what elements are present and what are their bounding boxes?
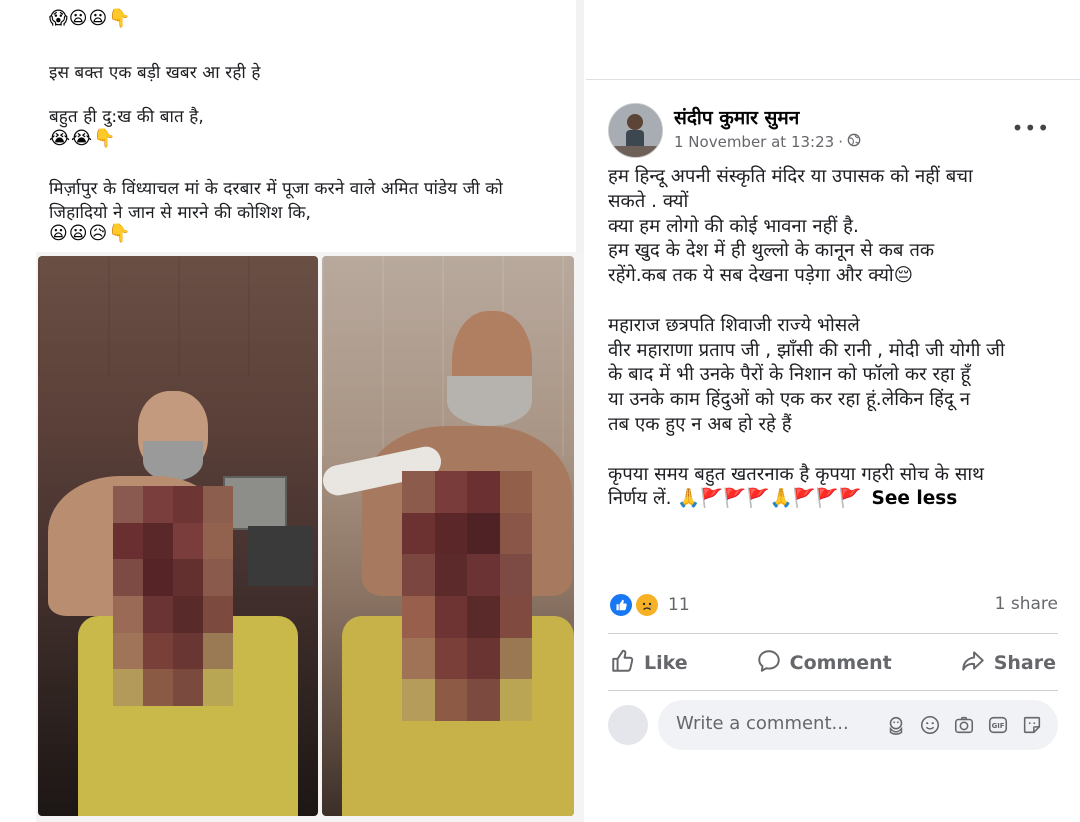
reaction-summary[interactable]: 11 bbox=[608, 592, 690, 618]
emoji-icon[interactable] bbox=[918, 713, 942, 737]
screenshot-line-2: बहुत ही दु:ख की बात है, bbox=[49, 107, 204, 127]
author-name[interactable]: संदीप कुमार सुमन bbox=[674, 104, 799, 130]
post-body-line: कृपया समय बहुत खतरनाक है कृपया गहरी सोच … bbox=[608, 463, 984, 485]
camera-icon[interactable] bbox=[952, 713, 976, 737]
post-body-line: क्या हम लोगो की कोई भावना नहीं है. bbox=[608, 215, 859, 237]
post-body-line: महाराज छत्रपति शिवाजी राज्ये भोसले bbox=[608, 314, 860, 336]
screenshot-text-area: 😱😦😦👇 इस बक्त एक बड़ी खबर आ रही हे बहुत ह… bbox=[36, 0, 576, 252]
photo-collage bbox=[36, 252, 584, 822]
post-meta: 1 November at 13:23 · bbox=[674, 133, 861, 151]
comment-input[interactable]: Write a comment... bbox=[676, 713, 849, 734]
comment-composer: Write a comment... GIF bbox=[608, 700, 1058, 750]
reaction-count[interactable]: 11 bbox=[668, 595, 690, 615]
post-body-last-line: निर्णय लें. 🙏🚩🚩🚩🙏🚩🚩🚩 See less bbox=[608, 487, 1068, 512]
post-body-line bbox=[608, 438, 1068, 463]
post-body-line: या उनके काम हिंदुओं को एक कर रहा हूं.लेक… bbox=[608, 389, 970, 411]
post-body-line: के बाद में भी उनके पैरों के निशान को फॉल… bbox=[608, 364, 971, 386]
photo-right bbox=[322, 256, 574, 816]
comment-bubble-icon bbox=[756, 648, 782, 679]
post-body: हम हिन्दू अपनी संस्कृति मंदिर या उपासक क… bbox=[608, 165, 1068, 512]
see-less-link[interactable]: See less bbox=[872, 488, 958, 509]
post-timestamp[interactable]: 1 November at 13:23 bbox=[674, 133, 834, 151]
svg-text:GIF: GIF bbox=[992, 722, 1005, 730]
like-reaction-icon bbox=[608, 592, 634, 618]
post-body-line: तब एक हुए न अब हो रहे हैं bbox=[608, 413, 792, 435]
share-label: Share bbox=[993, 652, 1056, 674]
avatar-sticker-icon[interactable] bbox=[884, 713, 908, 737]
post-body-line: रहेंगे.कब तक ये सब देखना पड़ेगा और क्यो😔 bbox=[608, 265, 914, 287]
share-arrow-icon bbox=[960, 648, 986, 679]
divider bbox=[608, 633, 1058, 634]
meta-separator: · bbox=[838, 133, 843, 151]
tile-wall bbox=[38, 256, 318, 376]
post-action-bar: Like Comment Share bbox=[608, 640, 1058, 686]
post-body-line: सकते . क्यों bbox=[608, 190, 689, 212]
comment-label: Comment bbox=[789, 652, 892, 674]
gif-icon[interactable]: GIF bbox=[986, 713, 1010, 737]
screenshot-emoji-line-2: 😭😭👇 bbox=[49, 128, 117, 149]
shared-screenshot-image: 😱😦😦👇 इस बक्त एक बड़ी खबर आ रही हे बहुत ह… bbox=[36, 0, 584, 822]
divider bbox=[586, 79, 1080, 80]
comment-button[interactable]: Comment bbox=[754, 648, 894, 679]
comment-tools: GIF bbox=[884, 713, 1044, 737]
like-button[interactable]: Like bbox=[608, 648, 690, 679]
like-label: Like bbox=[644, 652, 688, 674]
sticker-icon[interactable] bbox=[1020, 713, 1044, 737]
post-body-line bbox=[608, 289, 1068, 314]
wall-box-dark bbox=[248, 526, 313, 586]
person-beard bbox=[447, 376, 532, 426]
person-beard bbox=[143, 441, 203, 481]
post-body-line: वीर महाराणा प्रताप जी , झाँसी की रानी , … bbox=[608, 339, 1005, 361]
sad-reaction-icon bbox=[634, 592, 660, 618]
blurred-region bbox=[113, 486, 233, 706]
facebook-post: संदीप कुमार सुमन 1 November at 13:23 · •… bbox=[586, 0, 1080, 822]
post-body-line: हम हिन्दू अपनी संस्कृति मंदिर या उपासक क… bbox=[608, 166, 973, 187]
author-avatar[interactable] bbox=[608, 103, 663, 158]
more-options-icon[interactable]: ••• bbox=[1012, 116, 1050, 140]
share-button[interactable]: Share bbox=[958, 648, 1058, 679]
screenshot-emoji-line-3: 😦😦😥👇 bbox=[49, 223, 132, 244]
screenshot-emoji-line-1: 😱😦😦👇 bbox=[49, 8, 132, 29]
comment-input-box[interactable]: Write a comment... GIF bbox=[658, 700, 1058, 750]
share-count[interactable]: 1 share bbox=[995, 594, 1058, 614]
screenshot-line-1: इस बक्त एक बड़ी खबर आ रही हे bbox=[49, 63, 261, 83]
screenshot-line-4: जिहादियो ने जान से मारने की कोशिश कि, bbox=[49, 203, 312, 223]
globe-icon bbox=[847, 133, 861, 151]
post-body-line: निर्णय लें. 🙏🚩🚩🚩🙏🚩🚩🚩 bbox=[608, 488, 862, 510]
screenshot-line-3: मिर्ज़ापुर के विंध्याचल मां के दरबार में… bbox=[49, 179, 503, 199]
photo-left bbox=[38, 256, 318, 816]
divider bbox=[608, 690, 1058, 691]
blurred-region bbox=[402, 471, 532, 721]
thumbs-up-icon bbox=[610, 648, 636, 679]
post-body-line: हम खुद के देश में ही थुल्लो के कानून से … bbox=[608, 240, 935, 262]
avatar-image bbox=[609, 104, 662, 157]
commenter-avatar[interactable] bbox=[608, 705, 648, 745]
